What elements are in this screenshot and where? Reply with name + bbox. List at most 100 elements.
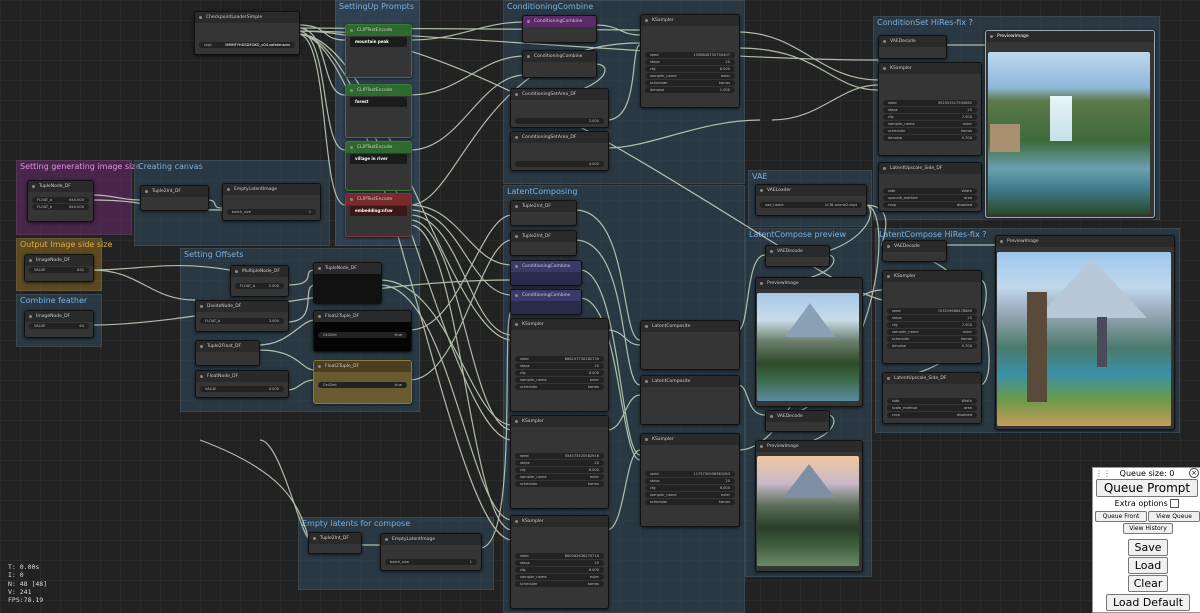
node-vae-decode-preview-2[interactable]: VAEDecode — [765, 410, 830, 432]
widget-crop[interactable]: crop disabled — [887, 412, 977, 418]
node-ksampler-hires[interactable]: KSampler seed 392351517934062 steps 25 cfg… — [878, 62, 982, 156]
widget-cfg[interactable]: cfg 6.000 — [515, 467, 604, 473]
node-lc-conditioning-combine-2[interactable]: ConditioningCombine — [510, 289, 582, 315]
widget-scheduler[interactable]: scheduler karras — [515, 481, 604, 487]
widget-method[interactable]: scale_method area — [887, 405, 977, 411]
queue-prompt-button[interactable]: Queue Prompt — [1096, 479, 1198, 497]
node-tuple-offsets[interactable]: TupleNode_DF — [313, 262, 382, 304]
widget-steps[interactable]: steps 20 — [515, 560, 604, 566]
extra-options-checkbox[interactable] — [1170, 499, 1180, 508]
widget-vae-name[interactable]: vae_name kl-f8-anime2.ckpt — [760, 202, 862, 208]
node-float2tuple-1[interactable]: Float2Tuple_DF Ceil2Int true — [313, 310, 412, 352]
node-conditioning-combine-2[interactable]: ConditioningCombine — [522, 50, 597, 78]
widget-seed[interactable]: seed 392351517934062 — [883, 100, 977, 106]
node-conditioning-combine-1[interactable]: ConditioningCombine — [522, 15, 597, 43]
node-tuple2int-empty[interactable]: Tuple2Int_DF — [308, 532, 362, 554]
node-graph-canvas[interactable]: SettingUp Prompts ConditioningCombine Co… — [0, 0, 1200, 613]
widget-sampler[interactable]: sampler_name euler — [645, 492, 735, 498]
widget-toggle[interactable]: Ceil2Int true — [318, 382, 407, 388]
node-lc-ksampler-1[interactable]: KSampler seed 886237750282739 steps 20 cfg… — [510, 318, 609, 412]
widget-cfg[interactable]: cfg 6.000 — [645, 66, 735, 72]
node-lc-ksampler-3[interactable]: KSampler seed 860062636270716 steps 20 cfg… — [510, 515, 609, 609]
save-button[interactable]: Save — [1128, 539, 1168, 556]
node-conditioning-setarea-1[interactable]: ConditioningSetArea_DF 2.000 — [510, 88, 609, 128]
widget-toggle[interactable]: Ceil2Int true — [318, 332, 407, 338]
node-clip-text-encode-negative[interactable]: CLIPTextEncode embedding:nfsw — [345, 193, 412, 237]
node-latent-composite-2[interactable]: LatentComposite — [640, 375, 740, 425]
node-lc-conditioning-combine-1[interactable]: ConditioningCombine — [510, 260, 582, 286]
widget-scheduler[interactable]: scheduler karras — [645, 499, 735, 505]
widget-batch-size[interactable]: batch_size 1 — [385, 559, 477, 565]
node-latent-upscale-side-1[interactable]: LatentUpscale_Side_DF side Width upscale_… — [878, 162, 982, 212]
widget-steps[interactable]: steps 20 — [515, 460, 604, 466]
widget-scheduler[interactable]: scheduler karras — [645, 80, 735, 86]
load-default-button[interactable]: Load Default — [1106, 594, 1190, 611]
widget-value[interactable]: VALUE 64 — [29, 323, 89, 329]
widget-cfg[interactable]: cfg 7.000 — [887, 322, 977, 328]
queue-front-button[interactable]: Queue Front — [1095, 511, 1147, 522]
widget-seed[interactable]: seed 703529668478680 — [887, 308, 977, 314]
node-tuple2float[interactable]: Tuple2Float_DF — [195, 340, 260, 366]
widget-denoise[interactable]: denoise 0.700 — [887, 343, 977, 349]
prompt-textarea[interactable]: embedding:nfsw — [350, 206, 407, 216]
node-ksampler-hires-2[interactable]: KSampler seed 703529668478680 steps 25 cfg… — [882, 270, 982, 364]
node-combine-feather[interactable]: ImageNode_DF VALUE 64 — [24, 310, 94, 338]
node-divide[interactable]: DivideNode_DF FLOAT_b 3.000 — [195, 300, 289, 332]
widget-seed[interactable]: seed 554573520562916 — [515, 453, 604, 459]
node-multiple[interactable]: MultipleNode_DF FLOAT_b 2.000 — [230, 265, 289, 297]
node-clip-text-encode-2[interactable]: CLIPTextEncode forest — [345, 84, 412, 138]
widget-sampler[interactable]: sampler_name euler — [515, 474, 604, 480]
widget-sampler[interactable]: sampler_name euler — [515, 574, 604, 580]
widget-method[interactable]: upscale_method area — [883, 195, 977, 201]
widget-side[interactable]: side Width — [887, 398, 977, 404]
widget-crop[interactable]: crop disabled — [883, 202, 977, 208]
widget-cfg[interactable]: cfg 6.000 — [515, 567, 604, 573]
widget-multiplier[interactable]: FLOAT_b 2.000 — [235, 283, 284, 289]
widget-strength[interactable]: 4.000 — [515, 161, 604, 167]
node-vae-decode-top[interactable]: VAEDecode — [878, 35, 947, 59]
widget-sampler[interactable]: sampler_name euler — [883, 121, 977, 127]
widget-batch-size[interactable]: batch_size 1 — [227, 209, 316, 215]
widget-scheduler[interactable]: scheduler karras — [515, 581, 604, 587]
widget-value[interactable]: VALUE 832 — [29, 267, 89, 273]
node-empty-latent-image-2[interactable]: EmptyLatentImage batch_size 1 — [380, 533, 482, 571]
widget-divisor[interactable]: FLOAT_b 3.000 — [200, 318, 284, 324]
widget-steps[interactable]: steps 20 — [645, 59, 735, 65]
node-lc-tuple2int-1[interactable]: Tuple2Int_DF — [510, 200, 577, 226]
node-latent-upscale-side-2[interactable]: LatentUpscale_Side_DF side Width scale_me… — [882, 372, 982, 424]
widget-steps[interactable]: steps 20 — [645, 478, 735, 484]
node-clip-text-encode-1[interactable]: CLIPTextEncode mountain peak — [345, 24, 412, 78]
widget-cfg[interactable]: cfg 6.000 — [645, 485, 735, 491]
node-vae-decode-preview-1[interactable]: VAEDecode — [765, 245, 830, 267]
node-latent-composite-1[interactable]: LatentComposite — [640, 320, 740, 370]
view-queue-button[interactable]: View Queue — [1148, 511, 1200, 522]
node-image-side-size[interactable]: ImageNode_DF VALUE 832 — [24, 254, 94, 282]
widget-sampler[interactable]: sampler_name euler — [515, 377, 604, 383]
close-icon[interactable]: × — [1189, 468, 1199, 478]
widget-sampler[interactable]: sampler_name euler — [645, 73, 735, 79]
widget-denoise[interactable]: denoise 0.700 — [883, 135, 977, 141]
widget-strength[interactable]: 2.000 — [515, 118, 604, 124]
widget-cfg[interactable]: cfg 6.000 — [515, 370, 604, 376]
prompt-textarea[interactable]: village in river — [350, 154, 407, 164]
node-vae-decode-hires-2[interactable]: VAEDecode — [882, 240, 947, 262]
node-clip-text-encode-3[interactable]: CLIPTextEncode village in river — [345, 141, 412, 191]
load-button[interactable]: Load — [1128, 557, 1168, 574]
widget-seed[interactable]: seed 1508846750750407 — [645, 52, 735, 58]
node-lc-tuple2int-2[interactable]: Tuple2Int_DF — [510, 230, 577, 256]
queue-panel[interactable]: ⋮⋮ Queue size: 0 × Queue Prompt Extra op… — [1092, 467, 1200, 613]
widget-steps[interactable]: steps 25 — [887, 315, 977, 321]
node-ksampler-mid[interactable]: KSampler seed 1175750958361063 steps 20 cf… — [640, 433, 740, 527]
view-history-button[interactable]: View History — [1123, 523, 1173, 534]
node-empty-latent-image[interactable]: EmptyLatentImage batch_size 1 — [222, 183, 321, 221]
widget-denoise[interactable]: denoise 1.000 — [645, 87, 735, 93]
widget-scheduler[interactable]: scheduler karras — [887, 336, 977, 342]
widget-tuple-b[interactable]: FLOAT_b 640.000 — [32, 204, 89, 210]
widget-seed[interactable]: seed 1175750958361063 — [645, 471, 735, 477]
node-conditioning-setarea-2[interactable]: ConditioningSetArea_DF 4.000 — [510, 131, 609, 171]
node-float2tuple-2[interactable]: Float2Tuple_DF Ceil2Int true — [313, 360, 412, 404]
node-vae-loader[interactable]: VAELoader vae_name kl-f8-anime2.ckpt — [755, 184, 867, 216]
node-tuple-gen-size[interactable]: TupleNode_DF FLOAT_a 640.000 FLOAT_b 640.0… — [27, 180, 94, 222]
prompt-textarea[interactable]: forest — [350, 97, 407, 107]
node-checkpoint-loader[interactable]: CheckpointLoaderSimple ckpt MMMFYHDSDEGKO… — [194, 11, 300, 55]
